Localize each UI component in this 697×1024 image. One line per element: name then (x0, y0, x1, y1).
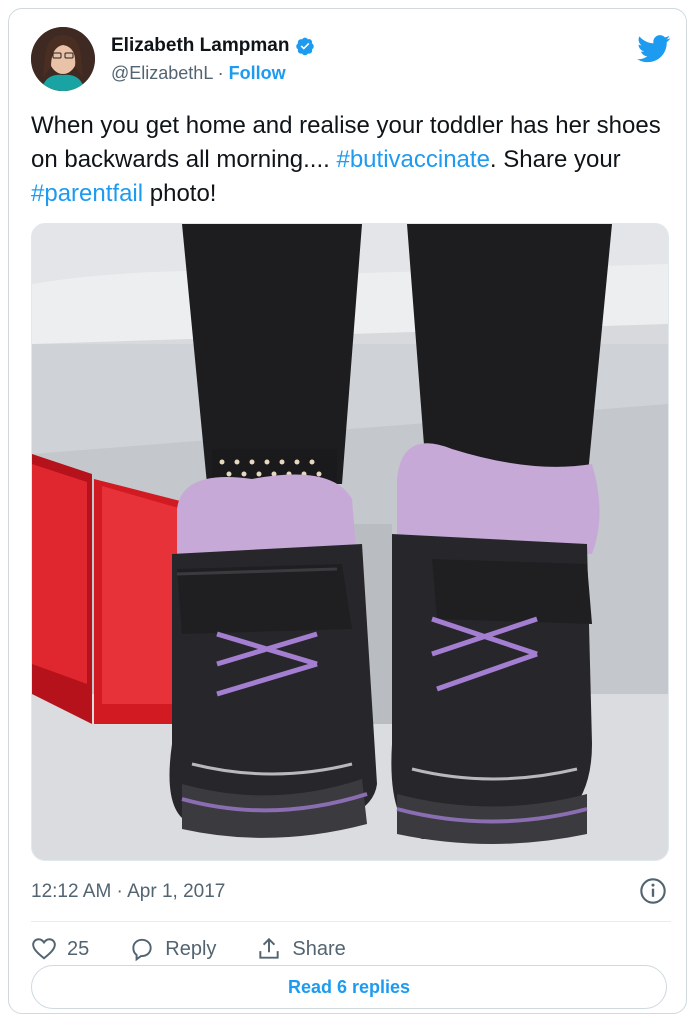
divider (31, 921, 671, 922)
follow-button[interactable]: Follow (229, 63, 286, 83)
tweet-text: When you get home and realise your toddl… (31, 112, 661, 207)
reply-icon (132, 938, 152, 962)
like-button[interactable]: 25 (31, 936, 89, 962)
read-replies-button[interactable]: Read 6 replies (31, 965, 667, 1009)
user-info: Elizabeth Lampman @ElizabethL · Follow (111, 35, 315, 84)
like-count: 25 (67, 937, 90, 960)
verified-badge-icon (296, 37, 315, 56)
user-name[interactable]: Elizabeth Lampman (111, 35, 289, 57)
avatar[interactable] (31, 27, 95, 91)
reply-label: Reply (165, 937, 217, 960)
tweet-meta: 12:12 AM · Apr 1, 2017 (31, 875, 671, 909)
reply-button[interactable]: Reply (129, 936, 216, 962)
hashtag-butivaccinate[interactable]: #butivaccinate (336, 146, 489, 173)
info-icon[interactable] (639, 877, 667, 905)
twitter-bird-icon[interactable] (637, 35, 671, 63)
tweet-card: Elizabeth Lampman @ElizabethL · Follow W… (8, 8, 687, 1014)
share-icon (259, 937, 280, 959)
heart-icon (32, 938, 56, 960)
user-handle[interactable]: @ElizabethL (111, 63, 213, 83)
share-label: Share (292, 937, 346, 960)
hashtag-parentfail[interactable]: #parentfail (31, 180, 143, 207)
tweet-photo[interactable] (31, 223, 669, 861)
tweet-timestamp[interactable]: 12:12 AM · Apr 1, 2017 (31, 881, 225, 903)
tweet-header: Elizabeth Lampman @ElizabethL · Follow (31, 27, 671, 93)
share-button[interactable]: Share (256, 936, 346, 962)
handle-separator: · (212, 63, 229, 83)
